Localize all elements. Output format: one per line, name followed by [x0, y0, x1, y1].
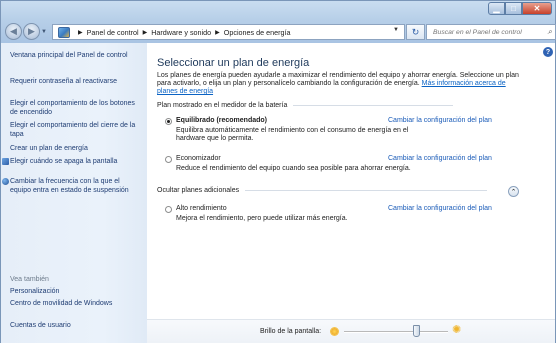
minimize-button[interactable]: ▁: [488, 2, 505, 15]
breadcrumb-separator-icon[interactable]: ▶: [78, 29, 83, 36]
intro-text: Los planes de energía pueden ayudarle a …: [157, 72, 521, 96]
control-panel-window: ▁ □ ✕ ◀ ▶ ▼ ▶ Panel de control ▶ Hardwar…: [0, 0, 556, 343]
search-box[interactable]: ⌕: [426, 24, 556, 40]
back-arrow-icon: ◀: [10, 26, 17, 36]
recent-pages-dropdown[interactable]: ▼: [41, 27, 50, 36]
sidebar-link-require-password[interactable]: Requerir contraseña al reactivarse: [10, 78, 118, 87]
hidden-plans-section: Ocultar planes adicionales: [157, 187, 537, 194]
section-divider: [245, 190, 488, 191]
plan-high-performance-change-link[interactable]: Cambiar la configuración del plan: [388, 205, 492, 212]
navigation-buttons: ◀ ▶ ▼: [5, 23, 50, 40]
forward-button[interactable]: ▶: [23, 23, 40, 40]
caption-buttons: ▁ □ ✕: [488, 2, 552, 15]
section-divider: [293, 105, 454, 106]
forward-arrow-icon: ▶: [28, 26, 35, 36]
battery-meter-section: Plan mostrado en el medidor de la baterí…: [157, 102, 543, 109]
plan-balanced-change-link[interactable]: Cambiar la configuración del plan: [388, 117, 492, 124]
sidebar-link-personalization[interactable]: Personalización: [10, 288, 140, 297]
brightness-label: Brillo de la pantalla:: [260, 328, 322, 335]
brightness-high-sun-icon: ✺: [452, 324, 462, 336]
sidebar-link-lid-close[interactable]: Elegir el comportamiento del cierre de l…: [10, 122, 140, 139]
control-panel-icon: [58, 26, 70, 38]
plan-high-performance-radio[interactable]: [165, 206, 172, 213]
sidebar-link-sleep[interactable]: Cambiar la frecuencia con la que el equi…: [10, 178, 140, 195]
plan-power-saver-desc: Reduce el rendimiento del equipo cuando …: [176, 165, 411, 172]
breadcrumb-separator-icon[interactable]: ▶: [143, 29, 148, 36]
collapse-chevron-up-icon[interactable]: ⌃: [508, 186, 519, 197]
plan-balanced-desc: Equilibra automáticamente el rendimiento…: [176, 127, 409, 142]
plan-power-saver-change-link[interactable]: Cambiar la configuración del plan: [388, 155, 492, 162]
search-input[interactable]: [433, 28, 541, 36]
breadcrumb-hardware-sound[interactable]: Hardware y sonido: [151, 28, 211, 37]
sidebar-link-mobility-center[interactable]: Centro de movilidad de Windows: [10, 300, 122, 309]
chevron-down-icon: ▼: [41, 28, 47, 35]
plan-power-saver-name[interactable]: Economizador: [176, 155, 221, 162]
close-button[interactable]: ✕: [522, 2, 552, 15]
plan-balanced-name[interactable]: Equilibrado (recomendado): [176, 117, 267, 124]
plan-power-saver-radio[interactable]: [165, 156, 172, 163]
plan-balanced-radio[interactable]: [165, 118, 172, 125]
battery-section-label: Plan mostrado en el medidor de la baterí…: [157, 102, 288, 109]
breadcrumb-separator-icon[interactable]: ▶: [215, 29, 220, 36]
sidebar-link-user-accounts[interactable]: Cuentas de usuario: [10, 322, 140, 331]
sidebar: Ventana principal del Panel de control R…: [1, 43, 147, 343]
maximize-button[interactable]: □: [505, 2, 522, 15]
plan-balanced: Equilibrado (recomendado) Equilibra auto…: [165, 117, 545, 152]
plan-power-saver: Economizador Reduce el rendimiento del e…: [165, 155, 545, 176]
refresh-button[interactable]: ↻: [406, 24, 425, 40]
display-icon: [2, 158, 9, 165]
main-content: Seleccionar un plan de energía Los plane…: [147, 43, 555, 319]
brightness-low-sun-icon: [331, 328, 338, 335]
sidebar-link-display-off[interactable]: Elegir cuándo se apaga la pantalla: [10, 158, 122, 167]
page-title: Seleccionar un plan de energía: [157, 57, 310, 69]
see-also-heading: Vea también: [10, 276, 49, 283]
sleep-moon-icon: [2, 178, 9, 185]
address-dropdown-icon[interactable]: ▼: [393, 27, 399, 33]
plan-high-performance-name[interactable]: Alto rendimiento: [176, 205, 227, 212]
plan-high-performance: Alto rendimiento Mejora el rendimiento, …: [165, 205, 545, 226]
refresh-icon: ↻: [411, 26, 420, 37]
address-bar[interactable]: ▶ Panel de control ▶ Hardware y sonido ▶…: [52, 24, 405, 40]
brightness-slider-track[interactable]: [344, 331, 448, 333]
search-icon[interactable]: ⌕: [548, 27, 552, 37]
brightness-bar: Brillo de la pantalla: ✺: [147, 319, 555, 343]
title-bar: ▁ □ ✕ ◀ ▶ ▼ ▶ Panel de control ▶ Hardwar…: [1, 1, 556, 43]
hidden-plans-label: Ocultar planes adicionales: [157, 187, 240, 194]
breadcrumb-control-panel[interactable]: Panel de control: [87, 28, 139, 37]
plan-high-performance-desc: Mejora el rendimiento, pero puede utiliz…: [176, 215, 348, 222]
breadcrumb-power-options[interactable]: Opciones de energía: [224, 28, 291, 37]
sidebar-link-create-plan[interactable]: Crear un plan de energía: [10, 145, 140, 154]
sidebar-link-control-panel-home[interactable]: Ventana principal del Panel de control: [10, 52, 138, 61]
brightness-slider-thumb[interactable]: [412, 325, 420, 337]
sidebar-link-power-buttons[interactable]: Elegir el comportamiento de los botones …: [10, 100, 138, 117]
back-button[interactable]: ◀: [5, 23, 22, 40]
